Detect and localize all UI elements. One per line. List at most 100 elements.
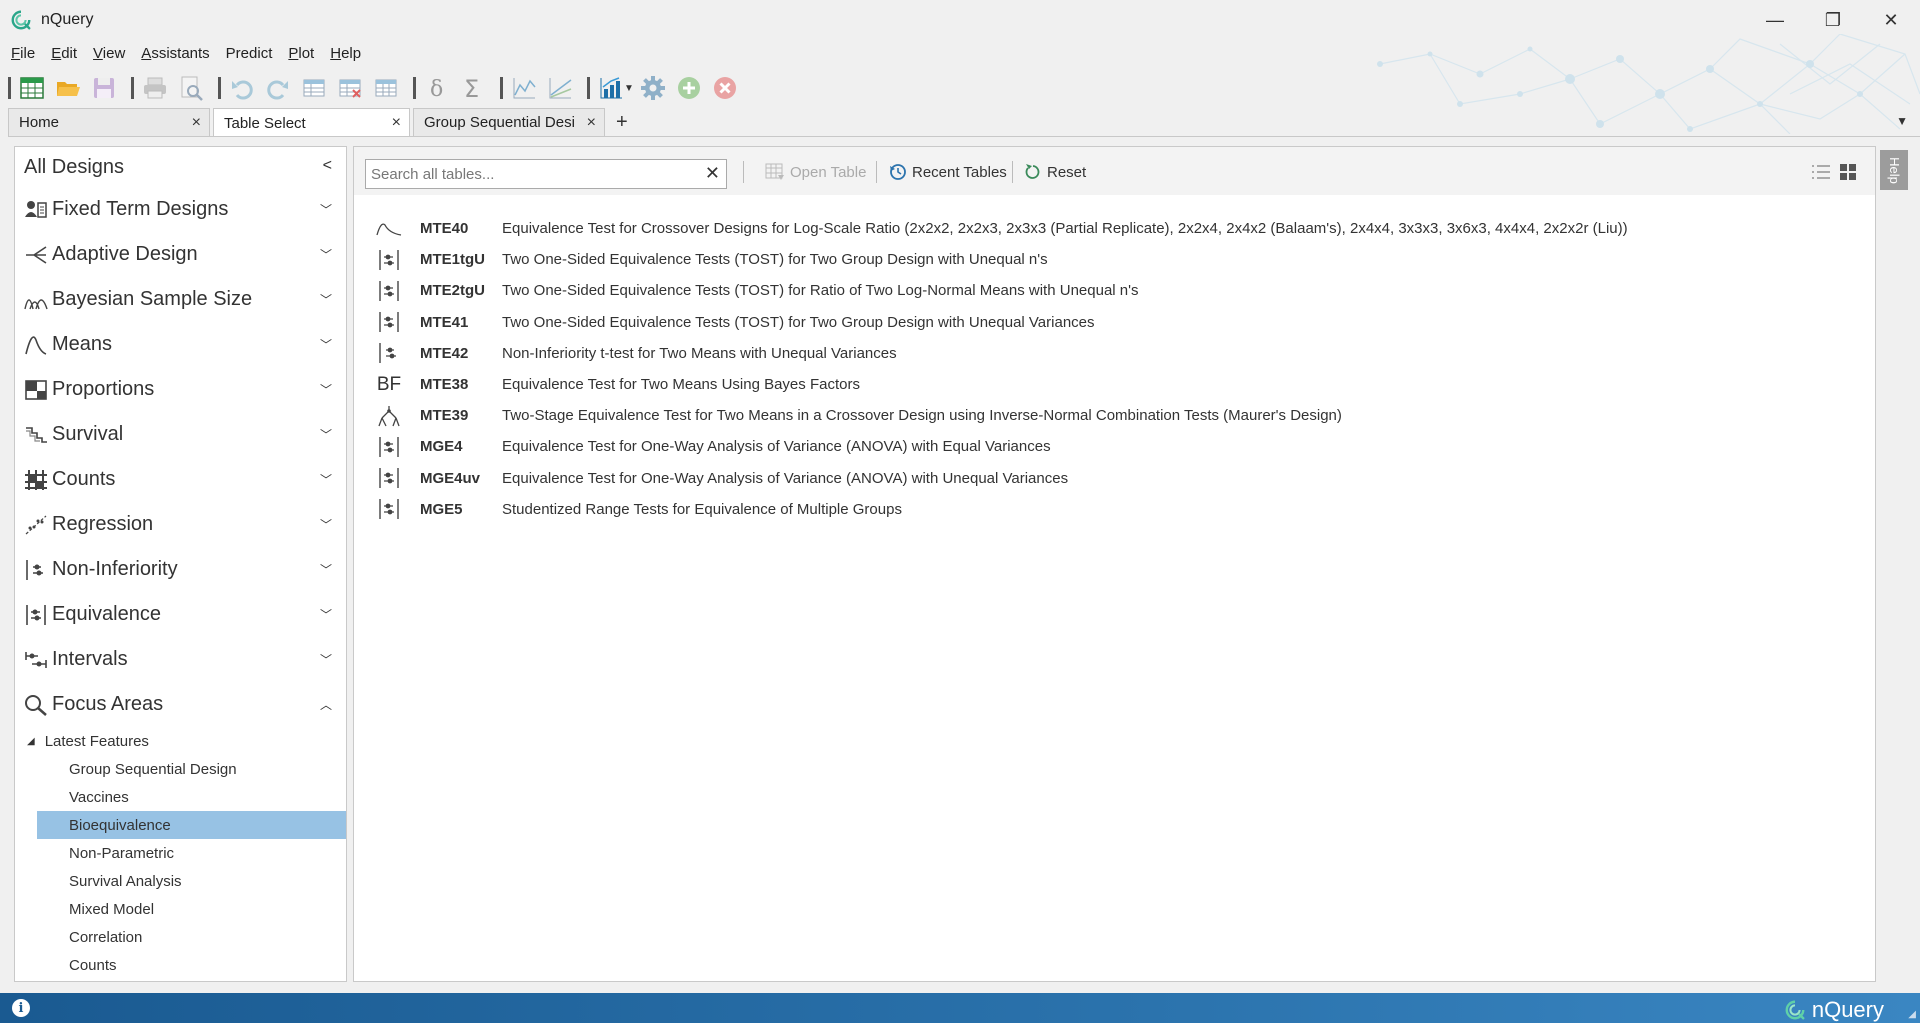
delta-icon[interactable]: δ bbox=[422, 73, 452, 103]
survival-icon bbox=[24, 424, 48, 446]
list-item[interactable]: MTE1tgU Two One-Sided Equivalence Tests … bbox=[374, 244, 1628, 275]
help-side-tab[interactable]: Help bbox=[1880, 150, 1908, 190]
chevron-down-icon: ﹀ bbox=[319, 473, 332, 487]
tree-item-survival-analysis[interactable]: Survival Analysis bbox=[37, 867, 346, 895]
list-item[interactable]: BF MTE38 Equivalence Test for Two Means … bbox=[374, 369, 1628, 400]
list-item[interactable]: MTE41 Two One-Sided Equivalence Tests (T… bbox=[374, 307, 1628, 338]
delete-rows-icon[interactable] bbox=[335, 73, 365, 103]
list-item[interactable]: MTE2tgU Two One-Sided Equivalence Tests … bbox=[374, 275, 1628, 306]
chevron-down-icon: ﹀ bbox=[319, 293, 332, 307]
search-input[interactable] bbox=[366, 165, 686, 183]
table-options-icon[interactable] bbox=[371, 73, 401, 103]
list-item[interactable]: MTE42 Non-Inferiority t-test for Two Mea… bbox=[374, 338, 1628, 369]
minimize-button[interactable]: — bbox=[1746, 0, 1804, 40]
tree-item-vaccines[interactable]: Vaccines bbox=[37, 783, 346, 811]
chevron-down-icon: ﹀ bbox=[319, 428, 332, 442]
sidebar-item-non-inferiority[interactable]: Non-Inferiority ﹀ bbox=[15, 547, 346, 592]
tab-table-select[interactable]: Table Select × bbox=[213, 108, 410, 137]
scatter-plot-icon[interactable] bbox=[545, 73, 575, 103]
menu-assistants[interactable]: Assistants bbox=[138, 44, 212, 66]
sidebar-item-means[interactable]: Means ﹀ bbox=[15, 322, 346, 367]
document-tabs: Home × Table Select × Group Sequential D… bbox=[8, 108, 636, 137]
tree-item-non-parametric[interactable]: Non-Parametric bbox=[37, 839, 346, 867]
close-icon[interactable]: × bbox=[392, 114, 401, 132]
menu-help[interactable]: Help bbox=[327, 44, 364, 66]
add-icon[interactable] bbox=[674, 73, 704, 103]
settings-gear-icon[interactable] bbox=[638, 73, 668, 103]
menu-predict[interactable]: Predict bbox=[223, 44, 276, 66]
title-bar: nQuery — ❐ ✕ bbox=[0, 0, 1920, 40]
close-icon[interactable]: × bbox=[192, 114, 201, 132]
tab-group-sequential[interactable]: Group Sequential Desi × bbox=[413, 108, 605, 136]
non-inferiority-icon bbox=[374, 342, 404, 364]
open-folder-icon[interactable] bbox=[53, 73, 83, 103]
chevron-down-icon[interactable]: ▼ bbox=[624, 83, 634, 94]
restore-button[interactable]: ❐ bbox=[1804, 0, 1862, 40]
menu-view[interactable]: View bbox=[90, 44, 128, 66]
menu-bar: File Edit View Assistants Predict Plot H… bbox=[8, 44, 374, 66]
toolbar-separator bbox=[1012, 161, 1013, 183]
sidebar-item-focus-areas[interactable]: Focus Areas ︿ bbox=[15, 682, 346, 727]
tree-item-mixed-model[interactable]: Mixed Model bbox=[37, 895, 346, 923]
insert-rows-icon[interactable] bbox=[299, 73, 329, 103]
tree-item-correlation[interactable]: Correlation bbox=[37, 923, 346, 951]
print-icon[interactable] bbox=[140, 73, 170, 103]
sidebar-item-counts[interactable]: Counts ﹀ bbox=[15, 457, 346, 502]
new-table-icon[interactable] bbox=[17, 73, 47, 103]
list-item[interactable]: MGE4uv Equivalence Test for One-Way Anal… bbox=[374, 463, 1628, 494]
redo-icon[interactable] bbox=[263, 73, 293, 103]
undo-icon[interactable] bbox=[227, 73, 257, 103]
chevron-down-icon: ﹀ bbox=[319, 653, 332, 667]
tree-item-counts[interactable]: Counts bbox=[37, 951, 346, 979]
tab-home[interactable]: Home × bbox=[8, 108, 210, 136]
sidebar-item-intervals[interactable]: Intervals ﹀ bbox=[15, 637, 346, 682]
menu-plot[interactable]: Plot bbox=[285, 44, 317, 66]
nquery-logo-icon bbox=[11, 10, 31, 30]
close-window-button[interactable]: ✕ bbox=[1862, 0, 1920, 40]
print-preview-icon[interactable] bbox=[176, 73, 206, 103]
sidebar-item-regression[interactable]: Regression ﹀ bbox=[15, 502, 346, 547]
list-item[interactable]: MGE5 Studentized Range Tests for Equival… bbox=[374, 494, 1628, 525]
tabs-menu-icon[interactable]: ▼ bbox=[1896, 114, 1908, 128]
list-item[interactable]: MGE4 Equivalence Test for One-Way Analys… bbox=[374, 431, 1628, 462]
sidebar-item-adaptive-design[interactable]: Adaptive Design ﹀ bbox=[15, 232, 346, 277]
close-icon[interactable]: × bbox=[587, 114, 596, 132]
tree-item-group-sequential-design[interactable]: Group Sequential Design bbox=[37, 755, 346, 783]
add-tab-button[interactable]: + bbox=[608, 108, 636, 136]
equivalence-icon bbox=[24, 604, 48, 626]
search-box: ✕ bbox=[365, 159, 727, 189]
collapse-sidebar-icon[interactable]: < bbox=[323, 157, 332, 175]
open-table-button[interactable]: Open Table bbox=[765, 161, 866, 183]
list-view-icon[interactable] bbox=[1810, 161, 1832, 183]
sidebar-item-equivalence[interactable]: Equivalence ﹀ bbox=[15, 592, 346, 637]
sidebar-item-fixed-term-designs[interactable]: Fixed Term Designs ﹀ bbox=[15, 187, 346, 232]
menu-file[interactable]: File bbox=[8, 44, 38, 66]
toolbar-separator bbox=[8, 77, 11, 99]
resize-grip-icon[interactable]: ◢ bbox=[1908, 1009, 1916, 1020]
clear-search-icon[interactable]: ✕ bbox=[705, 163, 720, 184]
menu-edit[interactable]: Edit bbox=[48, 44, 80, 66]
tree-item-latest-features[interactable]: ◢ Latest Features bbox=[15, 727, 346, 755]
sigma-icon[interactable]: Σ bbox=[458, 73, 488, 103]
window-title: nQuery bbox=[41, 11, 94, 28]
chevron-down-icon: ﹀ bbox=[319, 338, 332, 352]
triangle-expanded-icon[interactable]: ◢ bbox=[27, 736, 35, 747]
chevron-down-icon: ﹀ bbox=[319, 518, 332, 532]
sidebar-item-bayesian-sample-size[interactable]: Bayesian Sample Size ﹀ bbox=[15, 277, 346, 322]
save-icon[interactable] bbox=[89, 73, 119, 103]
list-item[interactable]: MTE40 Equivalence Test for Crossover Des… bbox=[374, 213, 1628, 244]
line-plot-icon[interactable] bbox=[509, 73, 539, 103]
info-icon[interactable]: i bbox=[12, 999, 30, 1017]
toolbar-separator bbox=[413, 77, 416, 99]
tree-item-bioequivalence[interactable]: Bioequivalence bbox=[37, 811, 346, 839]
sidebar-item-proportions[interactable]: Proportions ﹀ bbox=[15, 367, 346, 412]
reset-button[interactable]: Reset bbox=[1024, 161, 1086, 183]
bar-chart-icon[interactable] bbox=[596, 73, 626, 103]
cancel-icon[interactable] bbox=[710, 73, 740, 103]
sidebar-item-survival[interactable]: Survival ﹀ bbox=[15, 412, 346, 457]
adaptive-tree-icon bbox=[374, 405, 404, 427]
list-item[interactable]: MTE39 Two-Stage Equivalence Test for Two… bbox=[374, 400, 1628, 431]
recent-tables-button[interactable]: Recent Tables bbox=[889, 161, 1007, 183]
sidebar-header[interactable]: All Designs < bbox=[15, 147, 346, 187]
grid-view-icon[interactable] bbox=[1837, 161, 1859, 183]
